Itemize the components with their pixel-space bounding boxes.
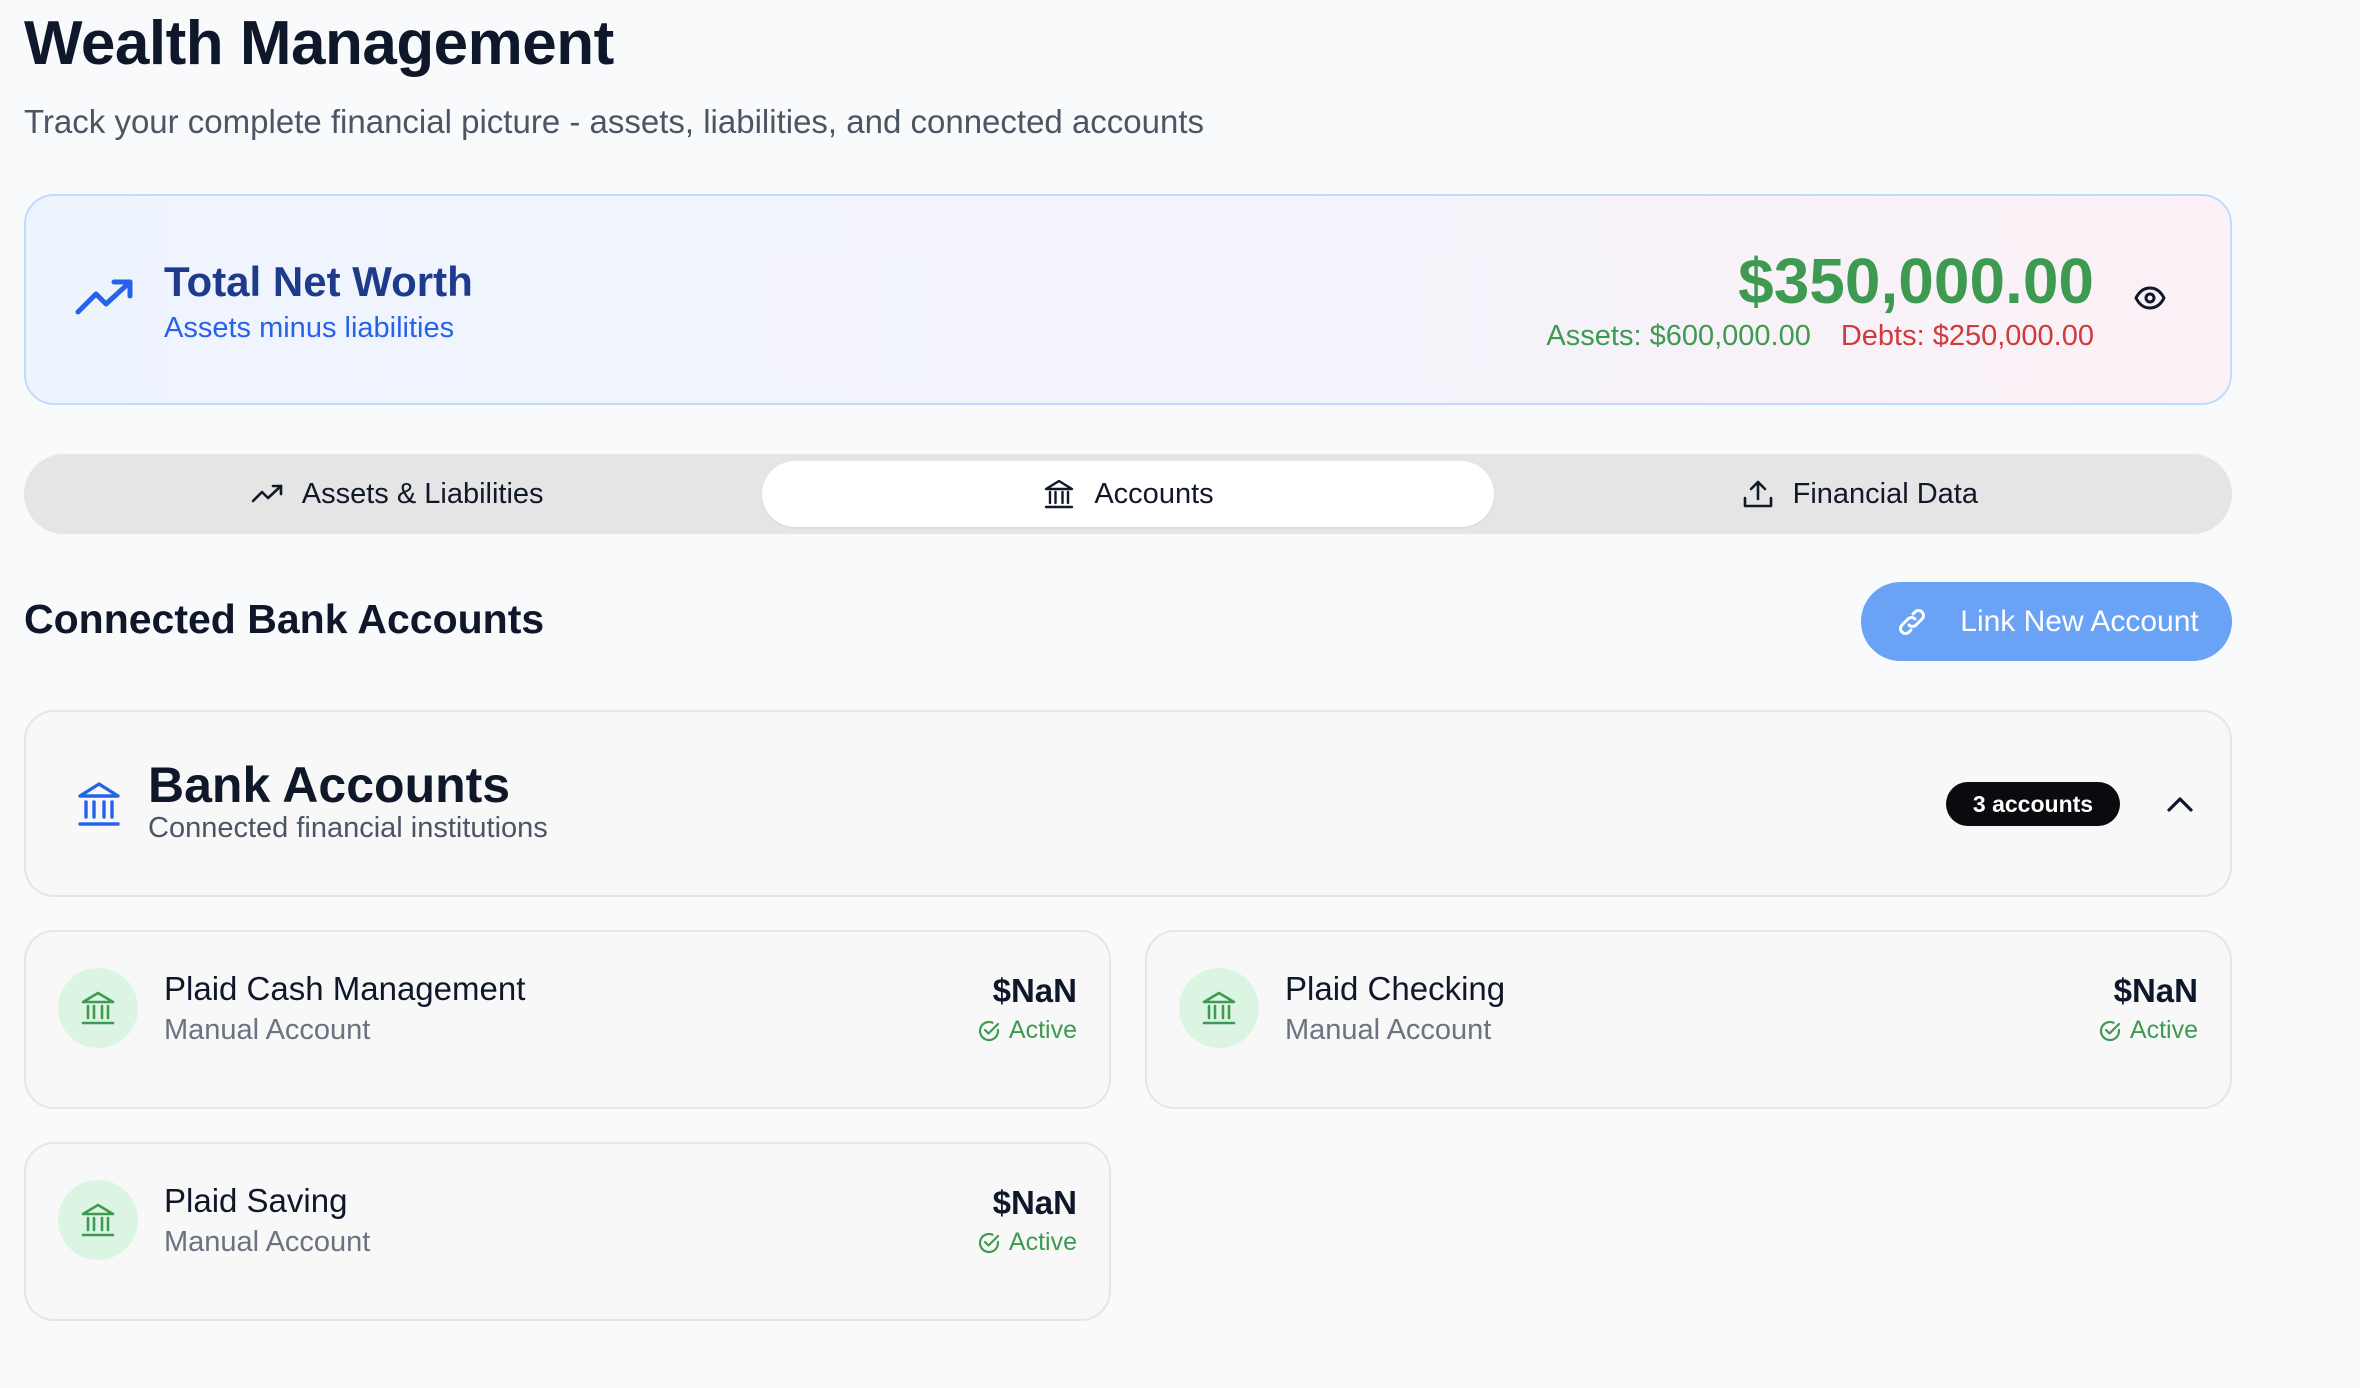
- net-worth-subtitle: Assets minus liabilities: [164, 312, 455, 344]
- check-circle-icon: [978, 1020, 1000, 1041]
- account-name: Plaid Cash Management: [164, 970, 526, 1007]
- link-new-account-button[interactable]: Link New Account: [1861, 582, 2232, 661]
- account-status-label: Active: [2129, 1016, 2198, 1044]
- eye-icon: [2134, 286, 2166, 310]
- account-icon-badge: [58, 1180, 138, 1260]
- account-icon-badge: [58, 968, 138, 1048]
- check-circle-icon: [978, 1232, 1000, 1253]
- account-status-label: Active: [1008, 1228, 1077, 1256]
- bank-icon: [1202, 991, 1236, 1025]
- account-card[interactable]: Plaid Saving Manual Account $NaN Active: [24, 1142, 1111, 1321]
- assets-total: Assets: $600,000.00: [1546, 320, 1811, 352]
- account-name: Plaid Checking: [1285, 970, 1506, 1007]
- trending-up-icon: [251, 484, 283, 503]
- bank-icon: [81, 991, 115, 1025]
- accounts-count-badge: 3 accounts: [1946, 782, 2120, 826]
- upload-icon: [1743, 480, 1772, 508]
- bank-icon: [78, 782, 120, 826]
- account-icon-badge: [1179, 968, 1259, 1048]
- bank-accounts-group: Bank Accounts Connected financial instit…: [24, 710, 2232, 897]
- account-balance: $NaN: [992, 972, 1077, 1009]
- debts-total: Debts: $250,000.00: [1840, 320, 2094, 352]
- tab-assets-liabilities[interactable]: Assets & Liabilities: [31, 461, 762, 527]
- account-status-label: Active: [1008, 1016, 1077, 1044]
- account-balance: $NaN: [992, 1184, 1077, 1221]
- account-name: Plaid Saving: [164, 1182, 348, 1219]
- account-card[interactable]: Plaid Checking Manual Account $NaN Activ…: [1145, 930, 2232, 1109]
- net-worth-breakdown: Assets: $600,000.00 Debts: $250,000.00: [1546, 320, 2094, 353]
- check-circle-icon: [2099, 1020, 2121, 1041]
- tab-label: Financial Data: [1792, 477, 1978, 510]
- trending-up-icon: [75, 279, 133, 315]
- collapse-toggle[interactable]: [2162, 786, 2198, 822]
- bank-icon: [1045, 479, 1074, 509]
- bank-icon: [81, 1203, 115, 1237]
- account-status: Active: [2098, 1016, 2198, 1045]
- account-balance: $NaN: [2113, 972, 2198, 1009]
- page-title: Wealth Management: [24, 9, 614, 78]
- toggle-visibility-button[interactable]: [2132, 280, 2168, 316]
- link-new-account-label: Link New Account: [1960, 604, 2199, 638]
- net-worth-title: Total Net Worth: [164, 258, 473, 305]
- wealth-management-page: Wealth Management Track your complete fi…: [0, 0, 2360, 1388]
- account-type: Manual Account: [164, 1014, 371, 1046]
- link-icon: [1899, 608, 1926, 635]
- section-title: Connected Bank Accounts: [24, 596, 545, 642]
- account-status: Active: [977, 1228, 1077, 1257]
- account-type: Manual Account: [164, 1226, 371, 1258]
- net-worth-card: Total Net Worth Assets minus liabilities…: [24, 194, 2232, 405]
- page-subtitle: Track your complete financial picture - …: [24, 103, 1205, 140]
- tab-bar: Assets & Liabilities Accounts Financial …: [24, 454, 2232, 534]
- tab-label: Assets & Liabilities: [301, 477, 544, 510]
- chevron-up-icon: [2167, 797, 2193, 812]
- account-card[interactable]: Plaid Cash Management Manual Account $Na…: [24, 930, 1111, 1109]
- net-worth-value: $350,000.00: [1738, 245, 2094, 317]
- tab-accounts[interactable]: Accounts: [762, 461, 1494, 527]
- group-title: Bank Accounts: [148, 757, 511, 813]
- tab-label: Accounts: [1094, 477, 1214, 510]
- account-type: Manual Account: [1285, 1014, 1492, 1046]
- tab-financial-data[interactable]: Financial Data: [1494, 461, 2225, 527]
- group-subtitle: Connected financial institutions: [148, 812, 548, 844]
- account-status: Active: [977, 1016, 1077, 1045]
